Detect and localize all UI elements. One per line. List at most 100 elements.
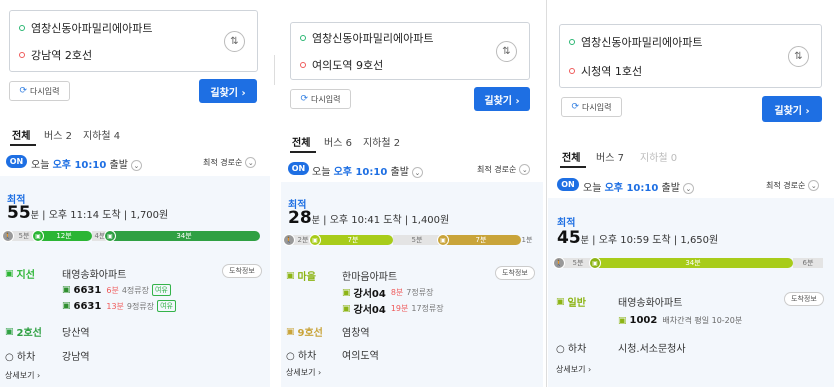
tab-bus[interactable]: 버스 7 [596, 149, 624, 164]
departure-time[interactable]: 오늘 오후 10:10 출발 ⌄ [31, 156, 142, 171]
bus-icon: ▣ [589, 257, 601, 269]
leg-stop: 태영송화아파트 [62, 270, 127, 281]
origin-field[interactable]: 염창신동아파밀리에아파트 [19, 20, 152, 36]
bus-segment: 12분 [36, 231, 92, 241]
realtime-toggle[interactable]: ON [557, 178, 579, 191]
search-button[interactable]: 길찾기 › [762, 96, 822, 122]
tab-subway[interactable]: 지하철 4 [83, 127, 120, 142]
sort-select[interactable]: 최적 경로순 ⌄ [203, 157, 257, 168]
walk-icon: 🚶 [553, 257, 565, 269]
tab-bus[interactable]: 버스 6 [324, 134, 352, 149]
route-result[interactable]: 최적 55분 | 오후 11:14 도착 | 1,700원 5분 12분 4분 … [0, 176, 270, 387]
sort-select[interactable]: 최적 경로순 ⌄ [477, 164, 531, 175]
bus-line[interactable]: ▣ 6631 13분 9정류장 여유 [62, 300, 176, 312]
arrival-info-button[interactable]: 도착정보 [784, 292, 824, 306]
village-bus-segment: 7분 [313, 235, 393, 245]
walk-segment: 5분 [393, 235, 441, 245]
origin-dot-icon [300, 35, 306, 41]
chevron-down-icon: ⌄ [682, 182, 694, 194]
subway-segment: 7분 [441, 235, 521, 245]
subway-icon: ▣ [437, 234, 449, 246]
leg-alight: ○ 하차 [286, 351, 317, 362]
origin-field[interactable]: 염창신동아파밀리에아파트 [300, 30, 433, 46]
walk-icon: 🚶 [283, 234, 295, 246]
bus-icon: ▣ [32, 230, 44, 242]
sort-select[interactable]: 최적 경로순 ⌄ [766, 180, 820, 191]
swap-icon[interactable]: ⇅ [788, 46, 809, 67]
bus-segment: 34분 [593, 258, 793, 268]
refresh-icon: ⟳ [300, 94, 309, 104]
route-result[interactable]: 최적 45분 | 오후 10:59 도착 | 1,650원 5분 34분 6분 … [548, 198, 834, 387]
route-timeline: 5분 34분 6분 🚶 ▣ [553, 257, 823, 269]
leg-stop: 시청.서소문청사 [618, 344, 686, 355]
bus-line[interactable]: ▣ 6631 6분 4정류장 여유 [62, 284, 171, 296]
reset-button[interactable]: ⟳ 다시입력 [561, 97, 622, 117]
alight-icon: ○ [5, 352, 14, 363]
route-timeline: 5분 12분 4분 34분 🚶 ▣ ▣ [2, 230, 260, 242]
detail-link[interactable]: 상세보기 › [286, 367, 321, 378]
departure-time[interactable]: 오늘 오후 10:10 출발 ⌄ [583, 179, 694, 194]
subway-icon: ▣ [5, 326, 14, 337]
panel-divider [546, 0, 547, 387]
origin-field[interactable]: 염창신동아파밀리에아파트 [569, 34, 702, 50]
detail-link[interactable]: 상세보기 › [5, 370, 40, 381]
bus-icon: ▣ [342, 303, 351, 314]
destination-field[interactable]: 시청역 1호선 [569, 63, 642, 79]
bus-line[interactable]: ▣ 강서04 8분 7정류장 [342, 285, 436, 301]
destination-field[interactable]: 여의도역 9호선 [300, 57, 383, 73]
tab-underline [560, 166, 586, 168]
bus-icon: ▣ [309, 234, 321, 246]
destination-field[interactable]: 강남역 2호선 [19, 47, 92, 63]
bus-icon: ▣ [5, 268, 14, 279]
tab-all[interactable]: 전체 [562, 149, 580, 164]
walk-segment: 6분 [793, 258, 823, 268]
swap-icon[interactable]: ⇅ [224, 31, 245, 52]
subway-icon: ▣ [104, 230, 116, 242]
route-timeline: 2분 7분 5분 7분 1분 🚶 ▣ ▣ [283, 234, 533, 246]
leg-alight: ○ 하차 [556, 344, 587, 355]
realtime-toggle[interactable]: ON [6, 155, 27, 168]
chevron-down-icon: ⌄ [245, 157, 257, 168]
route-summary: 45분 | 오후 10:59 도착 | 1,650원 [557, 228, 719, 248]
walk-icon: 🚶 [2, 230, 14, 242]
route-summary: 28분 | 오후 10:41 도착 | 1,400원 [288, 208, 450, 228]
departure-time[interactable]: 오늘 오후 10:10 출발 ⌄ [312, 163, 423, 178]
bus-line[interactable]: ▣ 1002 배차간격 평일 10-20분 [618, 315, 742, 326]
bus-icon: ▣ [62, 285, 71, 295]
tab-subway[interactable]: 지하철 0 [640, 149, 677, 164]
route-input-box: 염창신동아파밀리에아파트 강남역 2호선 ⇅ [9, 10, 258, 72]
bus-icon: ▣ [556, 296, 565, 307]
arrival-info-button[interactable]: 도착정보 [495, 266, 535, 280]
reset-button[interactable]: ⟳ 다시입력 [9, 81, 70, 101]
detail-link[interactable]: 상세보기 › [556, 364, 591, 375]
leg-mode-subway: ▣ 2호선 [5, 326, 42, 340]
origin-dot-icon [19, 25, 25, 31]
bus-icon: ▣ [62, 301, 71, 311]
realtime-toggle[interactable]: ON [288, 162, 309, 175]
chevron-down-icon: ⌄ [130, 159, 142, 171]
route-panel-cityhall: 염창신동아파밀리에아파트 시청역 1호선 ⇅ ⟳ 다시입력 길찾기 › 전체 버스… [548, 0, 834, 387]
tab-bus[interactable]: 버스 2 [44, 127, 72, 142]
refresh-icon: ⟳ [19, 86, 28, 96]
arrival-info-button[interactable]: 도착정보 [222, 264, 262, 278]
leg-stop: 염창역 [342, 328, 370, 339]
tab-subway[interactable]: 지하철 2 [363, 134, 400, 149]
bus-icon: ▣ [286, 270, 295, 281]
destination-dot-icon [569, 68, 575, 74]
tab-all[interactable]: 전체 [12, 127, 30, 142]
leg-mode-bus: ▣ 마을 [286, 270, 316, 284]
tab-all[interactable]: 전체 [292, 134, 310, 149]
swap-icon[interactable]: ⇅ [496, 41, 517, 62]
reset-button[interactable]: ⟳ 다시입력 [290, 89, 351, 109]
tab-underline [290, 151, 316, 153]
destination-dot-icon [300, 62, 306, 68]
search-button[interactable]: 길찾기 › [474, 87, 530, 111]
leg-stop: 당산역 [62, 328, 90, 339]
route-result[interactable]: 최적 28분 | 오후 10:41 도착 | 1,400원 2분 7분 5분 7… [281, 182, 543, 387]
destination-dot-icon [19, 52, 25, 58]
refresh-icon: ⟳ [571, 102, 580, 112]
bus-icon: ▣ [618, 315, 627, 326]
search-button[interactable]: 길찾기 › [199, 79, 257, 103]
bus-line[interactable]: ▣ 강서04 19분 17정류장 [342, 301, 447, 317]
route-panel-yeouido: 염창신동아파밀리에아파트 여의도역 9호선 ⇅ ⟳ 다시입력 길찾기 › 전체 버… [281, 0, 543, 387]
